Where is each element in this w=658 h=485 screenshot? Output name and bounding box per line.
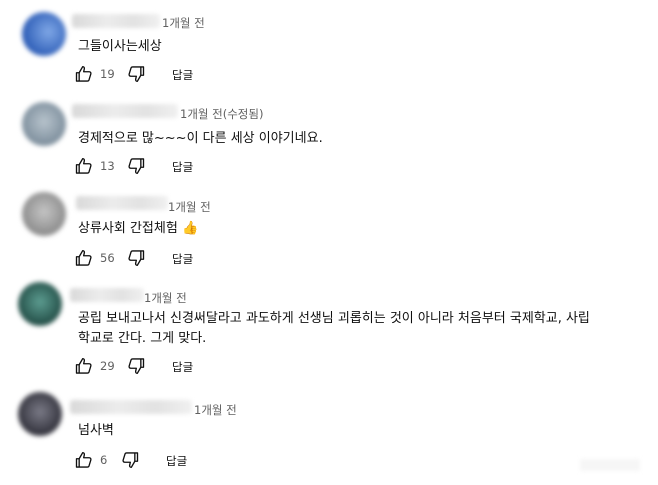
like-count: 13 xyxy=(100,159,115,173)
avatar[interactable] xyxy=(22,192,66,236)
author-name-blurred[interactable] xyxy=(70,400,192,414)
comment-actions: 13 답글 xyxy=(74,156,214,178)
thumb-up-outline-icon[interactable] xyxy=(74,64,94,84)
comment-timestamp: 1개월 전(수정됨) xyxy=(180,107,264,121)
avatar[interactable] xyxy=(18,392,62,436)
thumb-down-outline-icon[interactable] xyxy=(126,356,146,376)
thumb-up-outline-icon[interactable] xyxy=(74,156,94,176)
comment-text: 그들이사는세상 xyxy=(78,39,162,54)
thumb-up-outline-icon[interactable] xyxy=(74,248,94,268)
thumb-up-outline-icon[interactable] xyxy=(74,356,94,376)
author-name-blurred[interactable] xyxy=(76,196,168,210)
comment-text-line: 공립 보내고나서 신경써달라고 과도하게 선생님 괴롭히는 것이 아니라 처음부… xyxy=(78,311,590,326)
comment-timestamp: 1개월 전 xyxy=(168,200,211,214)
avatar[interactable] xyxy=(22,102,66,146)
comment-timestamp: 1개월 전 xyxy=(162,16,205,30)
comment-actions: 6 답글 xyxy=(74,450,214,472)
author-name-blurred[interactable] xyxy=(72,104,178,118)
comment-timestamp: 1개월 전 xyxy=(194,403,237,417)
thumb-up-outline-icon[interactable] xyxy=(74,450,94,470)
reply-button[interactable]: 답글 xyxy=(172,359,193,375)
comment-actions: 19 답글 xyxy=(74,64,214,86)
avatar[interactable] xyxy=(18,282,62,326)
author-name-blurred[interactable] xyxy=(72,14,160,28)
comment-timestamp: 1개월 전 xyxy=(144,291,187,305)
reply-button[interactable]: 답글 xyxy=(172,159,193,175)
comment-text-line: 학교로 간다. 그게 맞다. xyxy=(78,331,207,346)
thumb-down-outline-icon[interactable] xyxy=(120,450,140,470)
watermark xyxy=(580,459,640,471)
like-count: 29 xyxy=(100,359,115,373)
like-count: 56 xyxy=(100,251,115,265)
comment-text: 넘사벽 xyxy=(78,423,114,438)
thumb-down-outline-icon[interactable] xyxy=(126,64,146,84)
comment-text: 상류사회 간접체험 👍 xyxy=(78,221,199,236)
reply-button[interactable]: 답글 xyxy=(166,453,187,469)
thumb-down-outline-icon[interactable] xyxy=(126,156,146,176)
avatar[interactable] xyxy=(22,12,66,56)
like-count: 19 xyxy=(100,67,115,81)
comment-text: 경제적으로 많~~~이 다른 세상 이야기네요. xyxy=(78,131,323,146)
thumb-down-outline-icon[interactable] xyxy=(126,248,146,268)
author-name-blurred[interactable] xyxy=(70,288,144,302)
reply-button[interactable]: 답글 xyxy=(172,251,193,267)
reply-button[interactable]: 답글 xyxy=(172,67,193,83)
like-count: 6 xyxy=(100,453,108,467)
comment-actions: 29 답글 xyxy=(74,356,214,378)
comment-actions: 56 답글 xyxy=(74,248,214,270)
